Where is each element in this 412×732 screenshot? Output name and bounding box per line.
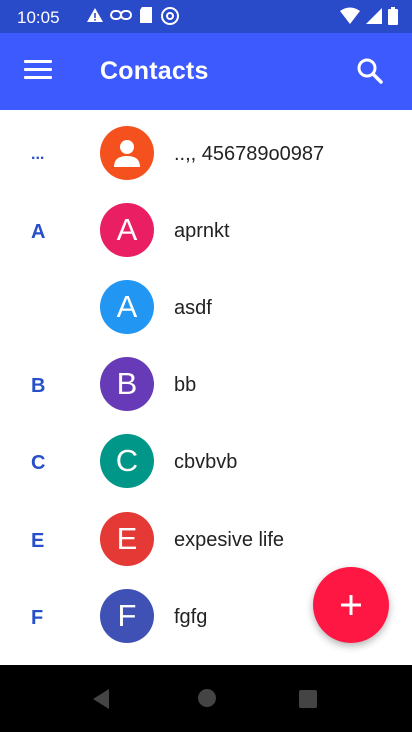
contact-name: expesive life: [174, 529, 285, 551]
contact-name: asdf: [174, 297, 212, 319]
list-item[interactable]: A asdf: [0, 272, 412, 349]
plus-icon: [341, 595, 361, 615]
section-header: E: [31, 530, 45, 552]
contact-name: aprnkt: [174, 220, 230, 242]
page-title: Contacts: [100, 57, 209, 85]
section-header: F: [31, 607, 44, 629]
warning-icon: [87, 8, 103, 22]
section-header: C: [31, 452, 46, 474]
list-item[interactable]: B B bb: [0, 349, 412, 426]
wifi-icon: [340, 7, 360, 24]
navigation-bar: [0, 665, 412, 732]
recents-icon[interactable]: [298, 689, 318, 709]
contact-name: bb: [174, 374, 197, 396]
at-icon: [161, 7, 179, 25]
list-item[interactable]: ... ..,, 456789o0987: [0, 118, 412, 195]
avatar: B: [100, 357, 154, 411]
hamburger-menu-icon[interactable]: [24, 60, 52, 84]
avatar: E: [100, 512, 154, 566]
section-header: ...: [31, 146, 45, 163]
signal-icon: [366, 8, 382, 24]
list-item[interactable]: A A aprnkt: [0, 195, 412, 272]
home-icon[interactable]: [196, 687, 218, 709]
avatar: A: [100, 203, 154, 257]
back-icon[interactable]: [89, 687, 113, 711]
status-time: 10:05: [17, 8, 60, 27]
avatar: [100, 126, 154, 180]
sd-card-icon: [140, 7, 152, 23]
contact-name: fgfg: [174, 606, 208, 628]
person-icon: [114, 140, 140, 167]
contact-name: ..,, 456789o0987: [174, 143, 325, 165]
link-icon: [110, 10, 132, 20]
avatar: C: [100, 434, 154, 488]
avatar: A: [100, 280, 154, 334]
section-header: B: [31, 375, 46, 397]
list-item[interactable]: C C cbvbvb: [0, 426, 412, 503]
avatar: F: [100, 589, 154, 643]
app-bar: Contacts: [0, 33, 412, 110]
section-header: A: [31, 221, 46, 243]
search-icon[interactable]: [356, 57, 384, 85]
status-bar: 10:05: [0, 0, 412, 33]
battery-icon: [388, 7, 398, 25]
add-contact-button[interactable]: [313, 567, 389, 643]
contact-name: cbvbvb: [174, 451, 238, 473]
